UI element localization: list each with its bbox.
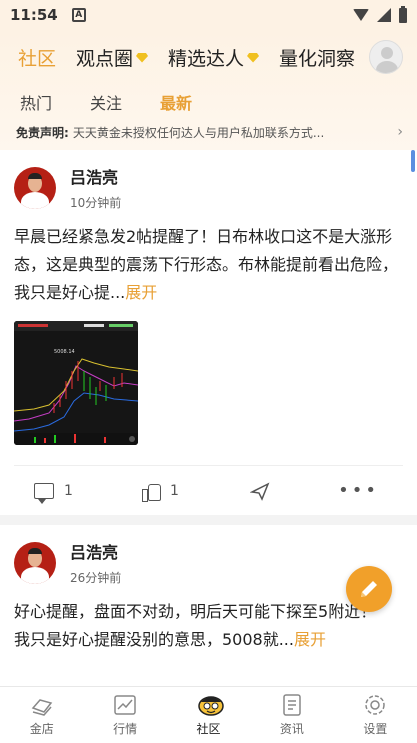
topnav-item-viewpoints[interactable]: 观点圈 (76, 44, 149, 71)
compose-button[interactable] (346, 566, 392, 612)
tab-following[interactable]: 关注 (90, 90, 122, 114)
gear-icon (363, 694, 387, 716)
post-card[interactable]: 吕浩亮 10分钟前 早晨已经紧急发2帖提醒了！日布林收口这不是大涨形态，这是典型… (0, 150, 417, 515)
share-button[interactable] (230, 481, 338, 501)
header: 社区 观点圈 精选达人 量化洞察 热门 关注 最新 免责声明: 天天黄金未授权任… (0, 30, 417, 150)
status-time: 11:54 (10, 6, 58, 24)
chart-thumbnail-graphic: 5008.14 (14, 321, 138, 445)
post-divider (0, 515, 417, 525)
post-body: 早晨已经紧急发2帖提醒了！日布林收口这不是大涨形态，这是典型的震荡下行形态。布林… (14, 227, 399, 302)
author-name[interactable]: 吕浩亮 (70, 164, 121, 188)
tab-gold-store[interactable]: 金店 (0, 687, 83, 743)
news-icon (280, 693, 304, 716)
sub-tabs: 热门 关注 最新 (20, 90, 230, 114)
thumbs-up-icon (142, 482, 161, 502)
tab-community[interactable]: 社区 (167, 687, 250, 743)
share-icon (250, 481, 270, 501)
wifi-icon (353, 9, 369, 21)
post-meta: 吕浩亮 26分钟前 (70, 539, 121, 586)
gold-bar-icon (30, 694, 54, 716)
comment-count: 1 (64, 482, 73, 499)
notification-icon: A (71, 8, 86, 22)
tab-market[interactable]: 行情 (83, 687, 166, 743)
user-avatar[interactable] (369, 40, 403, 74)
top-nav: 社区 观点圈 精选达人 量化洞察 (18, 44, 417, 71)
topnav-item-quant[interactable]: 量化洞察 (279, 44, 355, 71)
avatar-hair (28, 172, 42, 179)
tab-latest[interactable]: 最新 (160, 90, 192, 114)
pencil-icon (361, 581, 377, 597)
disclaimer-text: 天天黄金未授权任何达人与用户私加联系方式... (72, 126, 325, 140)
post-actions: 1 1 ••• (14, 465, 403, 515)
post-image[interactable]: 5008.14 (14, 321, 138, 445)
chart-thumb-label: 5008.14 (54, 349, 75, 355)
tab-label: 设置 (363, 721, 388, 736)
avatar-suit (21, 566, 49, 584)
battery-icon (399, 5, 407, 23)
post-header: 吕浩亮 26分钟前 (14, 525, 403, 586)
community-mascot-icon (197, 694, 224, 716)
tab-label: 资讯 (279, 721, 304, 736)
comment-icon (34, 482, 54, 504)
topnav-label: 精选达人 (168, 48, 245, 70)
author-avatar[interactable] (14, 541, 56, 584)
bottom-tab-bar: 金店 行情 社区 资讯 设置 (0, 686, 417, 743)
like-count: 1 (170, 482, 179, 499)
avatar-hair (28, 547, 42, 554)
post-body-line2: 我只是好心提醒没别的意思，5008就... (14, 630, 294, 649)
disclaimer-banner[interactable]: 免责声明: 天天黄金未授权任何达人与用户私加联系方式... › (16, 124, 407, 141)
chevron-right-icon: › (397, 124, 403, 140)
post-body: 好心提醒，盘面不对劲，明后天可能下探至5 (14, 602, 329, 621)
tab-label: 社区 (196, 721, 221, 736)
like-button[interactable]: 1 (122, 482, 230, 502)
diamond-icon (136, 52, 149, 63)
expand-link[interactable]: 展开 (294, 630, 326, 649)
avatar-head (381, 47, 393, 59)
author-name[interactable]: 吕浩亮 (70, 539, 121, 563)
avatar-body (376, 61, 398, 73)
tab-label: 金店 (29, 721, 54, 736)
post-time: 26分钟前 (70, 571, 122, 585)
post-meta: 吕浩亮 10分钟前 (70, 164, 121, 211)
post-text: 早晨已经紧急发2帖提醒了！日布林收口这不是大涨形态，这是典型的震荡下行形态。布林… (14, 223, 403, 307)
author-avatar[interactable] (14, 166, 56, 209)
topnav-label: 社区 (18, 48, 57, 70)
line-chart-icon (113, 694, 137, 716)
post-header: 吕浩亮 10分钟前 (14, 150, 403, 211)
tab-label: 行情 (113, 721, 138, 736)
avatar-suit (21, 191, 49, 209)
expand-link[interactable]: 展开 (125, 283, 157, 302)
more-icon[interactable]: ••• (338, 480, 379, 501)
topnav-item-community[interactable]: 社区 (18, 44, 56, 71)
disclaimer-label: 免责声明: (16, 126, 69, 140)
status-bar: 11:54 A (0, 0, 417, 30)
tab-hot[interactable]: 热门 (20, 90, 52, 114)
diamond-icon (247, 52, 260, 63)
post-text: 好心提醒，盘面不对劲，明后天可能下探至5附近！ 我只是好心提醒没别的意思，500… (14, 598, 409, 654)
tab-news[interactable]: 资讯 (250, 687, 333, 743)
topnav-item-experts[interactable]: 精选达人 (168, 44, 260, 71)
comment-button[interactable]: 1 (14, 482, 122, 504)
topnav-label: 量化洞察 (279, 48, 356, 70)
signal-icon (377, 8, 391, 22)
post-time: 10分钟前 (70, 196, 122, 210)
tab-settings[interactable]: 设置 (334, 687, 417, 743)
topnav-label: 观点圈 (76, 48, 134, 70)
